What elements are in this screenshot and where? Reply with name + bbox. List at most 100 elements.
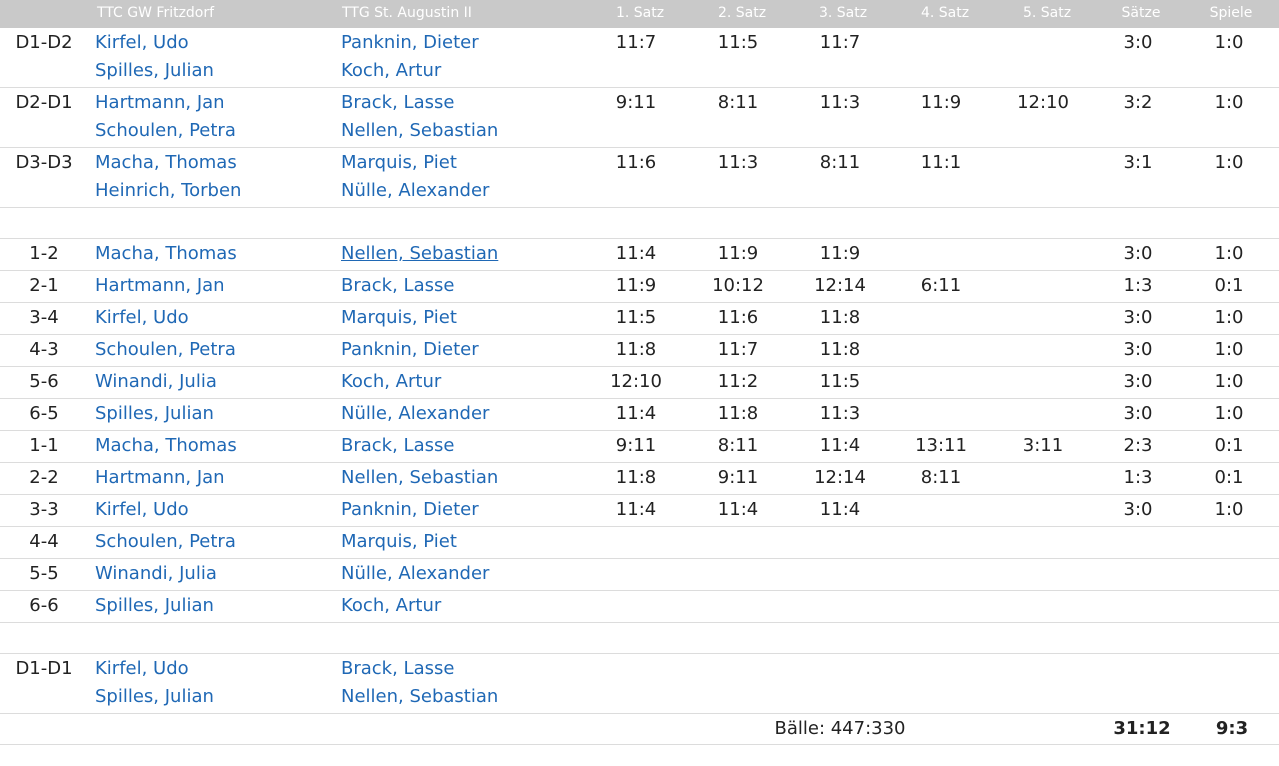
doubles-match-row: D3-D3 Macha, Thomas Heinrich, Torben Marqui… <box>0 148 1279 208</box>
home-player-link[interactable]: Heinrich, Torben <box>95 180 241 201</box>
home-player-link[interactable]: Kirfel, Udo <box>95 307 189 328</box>
pairing-label: 3-3 <box>29 499 59 520</box>
home-player-link[interactable]: Hartmann, Jan <box>95 467 225 488</box>
home-player-link[interactable]: Winandi, Julia <box>95 371 217 392</box>
home-player-link[interactable]: Schoulen, Petra <box>95 339 236 360</box>
saetze-result: 3:0 <box>1123 403 1153 424</box>
home-player-link[interactable]: Kirfel, Udo <box>95 32 189 53</box>
away-player-link[interactable]: Marquis, Piet <box>341 531 457 552</box>
singles-match-row: 5-5 Winandi, Julia Nülle, Alexander <box>0 559 1279 591</box>
saetze-result: 3:0 <box>1123 307 1153 328</box>
set-score-3: 11:9 <box>819 243 861 264</box>
doubles-match-row: D1-D2 Kirfel, Udo Spilles, Julian Panknin, … <box>0 28 1279 88</box>
away-player-link[interactable]: Nellen, Sebastian <box>341 467 498 488</box>
set-score-2: 11:9 <box>717 243 759 264</box>
away-player-link[interactable]: Brack, Lasse <box>341 435 454 456</box>
home-player-link[interactable]: Kirfel, Udo <box>95 499 189 520</box>
singles-match-row: 2-2 Hartmann, Jan Nellen, Sebastian 11:8 9:1… <box>0 463 1279 495</box>
home-player-link[interactable]: Spilles, Julian <box>95 60 214 81</box>
away-player-link[interactable]: Koch, Artur <box>341 595 441 616</box>
set-score-2: 11:5 <box>717 32 759 53</box>
header-away-team: TTG St. Augustin II <box>342 5 472 21</box>
total-balls: Bälle: 447:330 <box>774 718 906 739</box>
spiele-result: 0:1 <box>1214 467 1244 488</box>
away-player-link[interactable]: Nellen, Sebastian <box>341 120 498 141</box>
spiele-result: 1:0 <box>1214 152 1244 173</box>
footnote-cut-off <box>0 755 1279 766</box>
spiele-result: 1:0 <box>1214 403 1244 424</box>
spiele-result: 1:0 <box>1214 243 1244 264</box>
set-score-3: 8:11 <box>819 152 861 173</box>
away-player-link[interactable]: Brack, Lasse <box>341 92 454 113</box>
header-set-5: 5. Satz <box>1022 5 1072 21</box>
home-player-link[interactable]: Winandi, Julia <box>95 563 217 584</box>
home-player-link[interactable]: Spilles, Julian <box>95 595 214 616</box>
set-score-1: 11:5 <box>615 307 657 328</box>
set-score-3: 11:3 <box>819 92 861 113</box>
set-score-3: 11:8 <box>819 339 861 360</box>
away-player-link[interactable]: Marquis, Piet <box>341 307 457 328</box>
away-player-link[interactable]: Nülle, Alexander <box>341 403 489 424</box>
set-score-3: 12:14 <box>814 275 866 296</box>
spiele-result: 1:0 <box>1214 371 1244 392</box>
home-player-link[interactable]: Schoulen, Petra <box>95 531 236 552</box>
set-score-4: 8:11 <box>920 467 962 488</box>
away-player-link[interactable]: Koch, Artur <box>341 371 441 392</box>
away-player-link[interactable]: Nülle, Alexander <box>341 563 489 584</box>
away-player-link[interactable]: Brack, Lasse <box>341 275 454 296</box>
saetze-result: 1:3 <box>1123 275 1153 296</box>
set-score-2: 8:11 <box>717 435 759 456</box>
pairing-label: D1-D2 <box>15 32 73 53</box>
away-player-link[interactable]: Nellen, Sebastian <box>341 243 498 264</box>
saetze-result: 3:2 <box>1123 92 1153 113</box>
spiele-result: 1:0 <box>1214 92 1244 113</box>
set-score-3: 11:5 <box>819 371 861 392</box>
spiele-result: 1:0 <box>1214 339 1244 360</box>
set-score-4: 6:11 <box>920 275 962 296</box>
set-score-4: 11:9 <box>920 92 962 113</box>
singles-match-row: 4-4 Schoulen, Petra Marquis, Piet <box>0 527 1279 559</box>
pairing-label: 3-4 <box>29 307 59 328</box>
away-player-link[interactable]: Panknin, Dieter <box>341 32 479 53</box>
set-score-1: 11:4 <box>615 499 657 520</box>
set-score-1: 9:11 <box>615 92 657 113</box>
saetze-result: 3:0 <box>1123 371 1153 392</box>
home-player-link[interactable]: Macha, Thomas <box>95 152 237 173</box>
home-player-link[interactable]: Spilles, Julian <box>95 686 214 707</box>
away-player-link[interactable]: Nülle, Alexander <box>341 180 489 201</box>
home-player-link[interactable]: Macha, Thomas <box>95 435 237 456</box>
away-player-link[interactable]: Koch, Artur <box>341 60 441 81</box>
spiele-result: 0:1 <box>1214 435 1244 456</box>
away-player-link[interactable]: Marquis, Piet <box>341 152 457 173</box>
set-score-5: 3:11 <box>1022 435 1064 456</box>
away-player-link[interactable]: Panknin, Dieter <box>341 499 479 520</box>
set-score-1: 9:11 <box>615 435 657 456</box>
home-player-link[interactable]: Hartmann, Jan <box>95 275 225 296</box>
home-player-link[interactable]: Kirfel, Udo <box>95 658 189 679</box>
pairing-label: 4-4 <box>29 531 59 552</box>
header-set-4: 4. Satz <box>920 5 970 21</box>
away-player-link[interactable]: Nellen, Sebastian <box>341 686 498 707</box>
set-score-3: 11:4 <box>819 499 861 520</box>
home-player-link[interactable]: Spilles, Julian <box>95 403 214 424</box>
set-score-1: 11:9 <box>615 275 657 296</box>
set-score-1: 11:8 <box>615 467 657 488</box>
spiele-result: 0:1 <box>1214 275 1244 296</box>
spiele-result: 1:0 <box>1214 499 1244 520</box>
saetze-result: 3:0 <box>1123 339 1153 360</box>
section-spacer <box>0 623 1279 654</box>
header-set-2: 2. Satz <box>717 5 767 21</box>
spiele-result: 1:0 <box>1214 32 1244 53</box>
set-score-1: 11:6 <box>615 152 657 173</box>
totals-row: Bälle: 447:330 31:12 9:3 <box>0 714 1279 745</box>
home-player-link[interactable]: Schoulen, Petra <box>95 120 236 141</box>
home-player-link[interactable]: Hartmann, Jan <box>95 92 225 113</box>
pairing-label: 1-2 <box>29 243 59 264</box>
home-player-link[interactable]: Macha, Thomas <box>95 243 237 264</box>
set-score-1: 11:7 <box>615 32 657 53</box>
header-spiele: Spiele <box>1209 5 1253 21</box>
away-player-link[interactable]: Panknin, Dieter <box>341 339 479 360</box>
saetze-result: 1:3 <box>1123 467 1153 488</box>
away-player-link[interactable]: Brack, Lasse <box>341 658 454 679</box>
header-home-team: TTC GW Fritzdorf <box>97 5 215 21</box>
